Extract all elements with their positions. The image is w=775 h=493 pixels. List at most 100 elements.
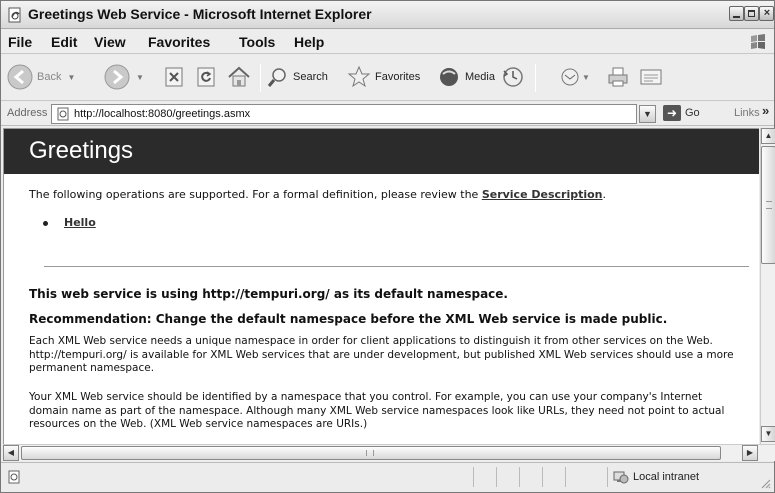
- grip-icon: [766, 201, 772, 209]
- menu-file[interactable]: File: [8, 34, 32, 50]
- history-icon: [503, 67, 523, 87]
- operation-hello-link[interactable]: Hello: [64, 216, 96, 230]
- search-icon: [267, 68, 286, 87]
- browser-window: Greetings Web Service - Microsoft Intern…: [0, 0, 775, 493]
- resize-grip-icon[interactable]: [759, 477, 771, 489]
- vertical-scroll-thumb[interactable]: [761, 146, 775, 264]
- home-button[interactable]: [226, 62, 252, 92]
- window-title: Greetings Web Service - Microsoft Intern…: [28, 6, 372, 22]
- page-header: Greetings: [4, 129, 759, 174]
- horizontal-scrollbar[interactable]: ◀ ▶: [3, 444, 775, 461]
- mail-button[interactable]: ▼: [559, 62, 590, 92]
- mail-icon: [561, 68, 579, 86]
- toolbar-separator: [260, 64, 261, 92]
- status-pane: [496, 467, 497, 487]
- page-content: The following operations are supported. …: [29, 188, 744, 230]
- scroll-left-icon[interactable]: ◀: [3, 445, 19, 461]
- favorites-star-icon: [347, 65, 371, 88]
- history-button[interactable]: [501, 62, 525, 92]
- namespace-paragraph-2: Your XML Web service should be identifie…: [29, 391, 725, 430]
- maximize-button[interactable]: [744, 6, 759, 21]
- vertical-scrollbar[interactable]: ▲ ▼: [760, 128, 775, 444]
- title-bar: Greetings Web Service - Microsoft Intern…: [1, 1, 774, 29]
- search-label: Search: [293, 71, 328, 83]
- menu-bar: File Edit View Favorites Tools Help: [1, 30, 774, 54]
- intro-sentence: The following operations are supported. …: [29, 188, 482, 201]
- bullet: [43, 220, 48, 226]
- scroll-right-icon[interactable]: ▶: [742, 445, 758, 461]
- back-arrow-icon: [7, 64, 33, 90]
- page-icon: [8, 470, 20, 484]
- page-icon: [57, 107, 69, 121]
- service-description-link[interactable]: Service Description: [482, 188, 603, 201]
- menu-favorites[interactable]: Favorites: [148, 34, 210, 50]
- forward-arrow-icon: [104, 64, 130, 90]
- security-zone[interactable]: Local intranet: [613, 470, 699, 484]
- windows-logo-icon: [751, 34, 765, 49]
- status-bar: Local intranet: [1, 462, 774, 492]
- address-dropdown-icon[interactable]: ▼: [639, 105, 656, 123]
- edit-button[interactable]: [639, 62, 663, 92]
- grip-icon: [366, 450, 374, 456]
- address-bar: Address http://localhost:8080/greetings.…: [1, 102, 774, 126]
- page-viewport: Greetings The following operations are s…: [3, 128, 759, 444]
- maximize-icon: [748, 10, 755, 17]
- status-pane: [542, 467, 543, 487]
- favorites-label: Favorites: [375, 71, 421, 83]
- print-icon: [608, 67, 628, 87]
- menu-view[interactable]: View: [94, 34, 126, 50]
- intro-text: The following operations are supported. …: [29, 188, 744, 202]
- minimize-icon: [733, 16, 740, 18]
- go-label: Go: [685, 107, 700, 119]
- stop-icon: [165, 67, 183, 87]
- media-icon: [440, 68, 458, 86]
- search-button[interactable]: Search: [267, 62, 328, 92]
- edit-icon: [640, 69, 662, 85]
- back-dropdown-icon[interactable]: ▼: [67, 73, 75, 82]
- media-button[interactable]: Media: [437, 62, 495, 92]
- go-arrow-icon: ➜: [663, 105, 681, 121]
- address-input[interactable]: http://localhost:8080/greetings.asmx: [51, 104, 637, 124]
- forward-button[interactable]: ▼: [104, 62, 144, 92]
- favorites-button[interactable]: Favorites: [347, 62, 420, 92]
- intro-end: .: [602, 188, 607, 201]
- zone-label: Local intranet: [633, 471, 700, 483]
- address-url: http://localhost:8080/greetings.asmx: [74, 108, 251, 120]
- operation-list-item: Hello: [43, 216, 744, 230]
- recommendation-heading: Recommendation: Change the default names…: [29, 312, 668, 326]
- scroll-down-icon[interactable]: ▼: [761, 426, 775, 442]
- status-pane: [519, 467, 520, 487]
- media-label: Media: [465, 71, 495, 83]
- horizontal-scroll-thumb[interactable]: [21, 446, 721, 460]
- scroll-up-icon[interactable]: ▲: [761, 128, 775, 144]
- mail-dropdown-icon[interactable]: ▼: [582, 73, 590, 82]
- print-button[interactable]: [607, 62, 629, 92]
- home-icon: [228, 66, 250, 87]
- back-button[interactable]: Back ▼: [7, 62, 75, 92]
- close-button[interactable]: ×: [759, 6, 774, 21]
- minimize-button[interactable]: [729, 6, 744, 21]
- forward-dropdown-icon[interactable]: ▼: [136, 73, 144, 82]
- links-chevron-icon[interactable]: »: [762, 103, 769, 118]
- refresh-button[interactable]: [194, 62, 218, 92]
- back-label: Back: [37, 71, 62, 83]
- go-button[interactable]: ➜ Go: [663, 105, 700, 121]
- refresh-icon: [197, 67, 215, 87]
- address-label: Address: [7, 107, 48, 119]
- divider: [44, 266, 749, 267]
- close-icon: ×: [763, 7, 771, 19]
- status-pane: [473, 467, 474, 487]
- intranet-icon: [613, 471, 629, 484]
- status-pane: [607, 467, 608, 487]
- ie-page-icon: [8, 7, 21, 23]
- namespace-paragraph-1: Each XML Web service needs a unique name…: [29, 335, 734, 374]
- status-pane: [565, 467, 566, 487]
- links-button[interactable]: Links: [734, 107, 760, 119]
- menu-help[interactable]: Help: [294, 34, 324, 50]
- stop-button[interactable]: [162, 62, 186, 92]
- menu-edit[interactable]: Edit: [51, 34, 77, 50]
- namespace-heading: This web service is using http://tempuri…: [29, 287, 508, 301]
- menu-tools[interactable]: Tools: [239, 34, 275, 50]
- standard-toolbar: Back ▼ ▼ Search Favorites Media ▼: [1, 55, 774, 101]
- toolbar-separator: [535, 64, 536, 92]
